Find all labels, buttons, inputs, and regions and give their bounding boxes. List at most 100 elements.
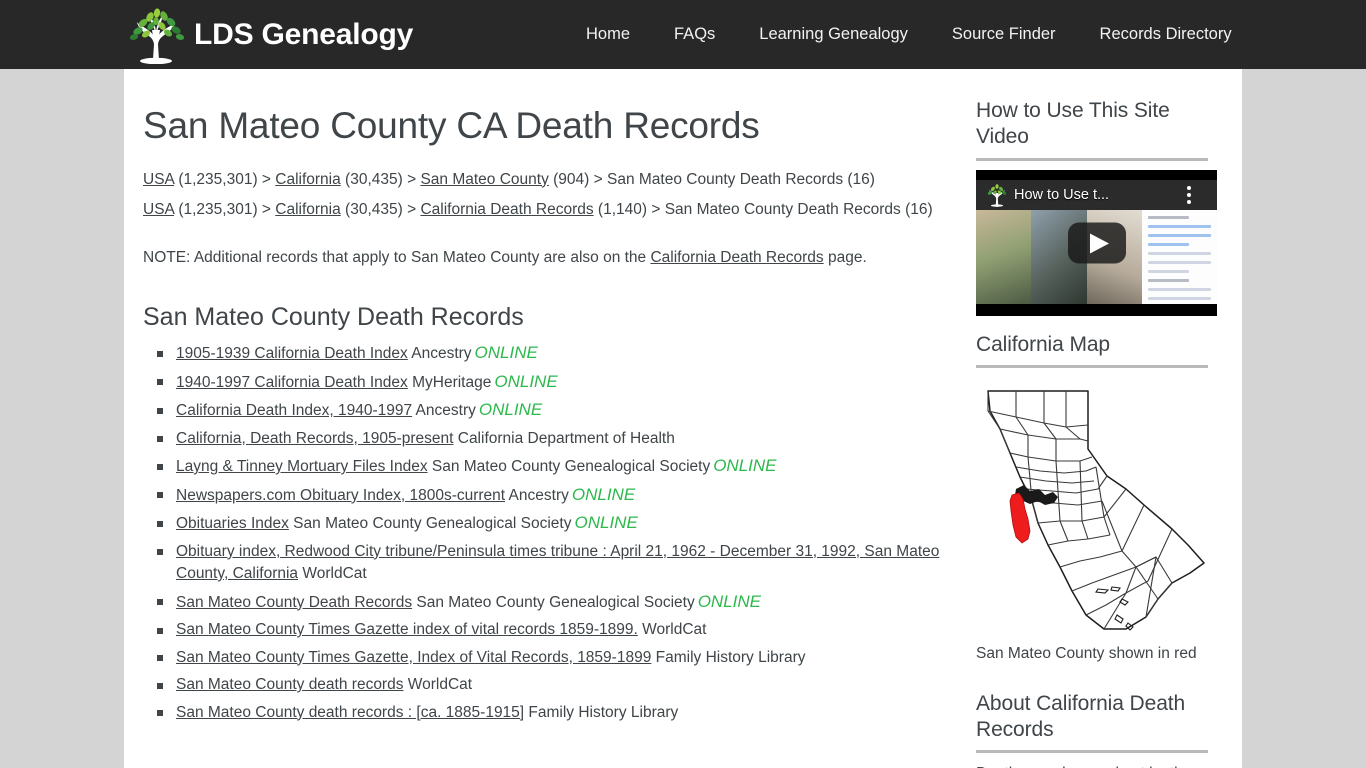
online-badge: ONLINE [494,371,558,391]
record-list-item: California, Death Records, 1905-present … [157,425,952,453]
breadcrumb-secondary: USA (1,235,301) > California (30,435) > … [143,198,933,222]
record-list-item: San Mateo County Death Records San Mateo… [157,588,952,617]
record-provider: Ancestry [412,402,476,420]
breadcrumb-text: (904) > San Mateo County Death Records (… [548,170,875,188]
online-badge: ONLINE [697,591,761,611]
record-list-item: 1905-1939 California Death Index Ancestr… [157,340,952,369]
map-svg [987,390,1205,631]
nav-item-learning-genealogy[interactable]: Learning Genealogy [759,0,908,69]
record-provider: WorldCat [637,621,707,639]
breadcrumb-primary: USA (1,235,301) > California (30,435) > … [143,168,933,192]
california-county-map [976,376,1217,639]
record-list-item: San Mateo County Times Gazette, Index of… [157,644,952,672]
record-provider: MyHeritage [407,373,492,391]
record-provider: WorldCat [298,565,367,583]
divider [976,364,1208,368]
tree-logo-icon [987,183,1007,207]
online-badge: ONLINE [574,513,638,533]
record-title-link[interactable]: 1905-1939 California Death Index [176,345,408,362]
record-title-link[interactable]: Layng & Tinney Mortuary Files Index [176,458,428,475]
record-list-item: San Mateo County death records : [ca. 18… [157,699,952,727]
record-title-link[interactable]: Newspapers.com Obituary Index, 1800s-cur… [176,487,505,504]
breadcrumb-link[interactable]: USA [143,171,174,188]
breadcrumb-text: (30,435) > [340,200,421,218]
record-provider: San Mateo County Genealogical Society [288,515,572,533]
online-badge: ONLINE [713,456,777,476]
collage-page-preview [1142,209,1217,304]
record-title-link[interactable]: San Mateo County death records : [ca. 18… [176,704,524,721]
more-options-icon[interactable] [1187,185,1191,204]
record-title-link[interactable]: California Death Index, 1940-1997 [176,402,412,419]
widget-about-death-records: About California Death Records Death rec… [976,691,1208,768]
widget-about-body: Death records were kept by the [976,762,1208,768]
nav-item-records-directory[interactable]: Records Directory [1100,0,1232,69]
breadcrumb-link[interactable]: California Death Records [420,201,593,218]
breadcrumb-text: (30,435) > [340,170,421,188]
nav-item-faqs[interactable]: FAQs [674,0,715,69]
note-prefix: NOTE: Additional records that apply to S… [143,248,651,266]
record-list-item: 1940-1997 California Death Index MyHerit… [157,368,952,397]
page-shell: San Mateo County CA Death Records USA (1… [0,69,1366,768]
record-provider: California Department of Health [453,429,675,447]
online-badge: ONLINE [571,484,636,504]
content-container: San Mateo County CA Death Records USA (1… [124,69,1242,768]
site-header: LDS Genealogy Home FAQs Learning Genealo… [0,0,1366,69]
nav-item-source-finder[interactable]: Source Finder [952,0,1056,69]
record-list-item: Obituaries Index San Mateo County Geneal… [157,510,952,539]
section-heading-san-mateo: San Mateo County Death Records [143,302,524,331]
breadcrumb-link[interactable]: California [275,201,340,218]
main-navigation: Home FAQs Learning Genealogy Source Find… [586,0,1232,69]
widget-about-title: About California Death Records [976,691,1186,741]
sidebar: How to Use This Site Video How to Use t.… [952,69,1242,768]
note-link[interactable]: California Death Records [650,249,823,266]
record-title-link[interactable]: San Mateo County Death Records [176,594,412,611]
breadcrumb-text: (1,235,301) > [174,200,276,218]
record-title-link[interactable]: 1940-1997 California Death Index [176,374,408,391]
record-provider: San Mateo County Genealogical Society [427,458,711,476]
widget-video: How to Use This Site Video How to Use t.… [976,98,1217,316]
breadcrumb-link[interactable]: California [275,171,340,188]
note-text: NOTE: Additional records that apply to S… [143,246,952,270]
record-title-link[interactable]: Obituaries Index [176,515,289,532]
brand-name: LDS Genealogy [194,17,414,51]
record-title-link[interactable]: California, Death Records, 1905-present [176,430,453,447]
record-provider: Ancestry [505,486,569,504]
widget-video-title: How to Use This Site Video [976,99,1170,149]
map-caption: San Mateo County shown in red [976,644,1197,662]
breadcrumb-text: (1,235,301) > [174,170,276,188]
collage-photo-1 [976,209,1032,304]
tree-logo-icon [129,7,185,64]
video-overlay-bar: How to Use t... [976,179,1217,210]
video-title: How to Use t... [1014,186,1110,203]
record-provider: Ancestry [407,345,472,363]
record-provider: Family History Library [524,703,679,721]
record-title-link[interactable]: Obituary index, Redwood City tribune/Pen… [176,543,939,583]
online-badge: ONLINE [478,400,543,420]
divider [976,750,1208,754]
record-list-item: Obituary index, Redwood City tribune/Pen… [157,538,952,588]
record-provider: WorldCat [403,676,473,694]
section-heading-burlingame: Burlingame Death Records [143,765,952,768]
record-title-link[interactable]: San Mateo County Times Gazette, Index of… [176,649,651,666]
record-list-item: San Mateo County death records WorldCat [157,672,952,700]
record-list-item: Newspapers.com Obituary Index, 1800s-cur… [157,481,952,510]
record-list-item: California Death Index, 1940-1997 Ancest… [157,397,952,426]
record-list-item: Layng & Tinney Mortuary Files Index San … [157,453,952,482]
page-title: San Mateo County CA Death Records [143,105,760,146]
breadcrumb-text: (1,140) > San Mateo County Death Records… [593,200,933,218]
widget-map-title: California Map [976,332,1110,356]
breadcrumb-link[interactable]: USA [143,201,174,218]
record-provider: Family History Library [651,648,806,666]
play-button-icon[interactable] [1067,222,1126,263]
record-title-link[interactable]: San Mateo County death records [176,676,403,693]
note-suffix: page. [823,248,867,266]
video-player[interactable]: How to Use t... [976,169,1217,316]
record-provider: San Mateo County Genealogical Society [412,593,695,611]
nav-item-home[interactable]: Home [586,0,630,69]
online-badge: ONLINE [474,343,538,363]
records-list: 1905-1939 California Death Index Ancestr… [143,340,952,727]
record-title-link[interactable]: San Mateo County Times Gazette index of … [176,621,638,638]
breadcrumb-link[interactable]: San Mateo County [420,171,548,188]
widget-california-map: California Map San Mateo County shown in… [976,332,1217,665]
brand-home-link[interactable]: LDS Genealogy [124,0,413,69]
